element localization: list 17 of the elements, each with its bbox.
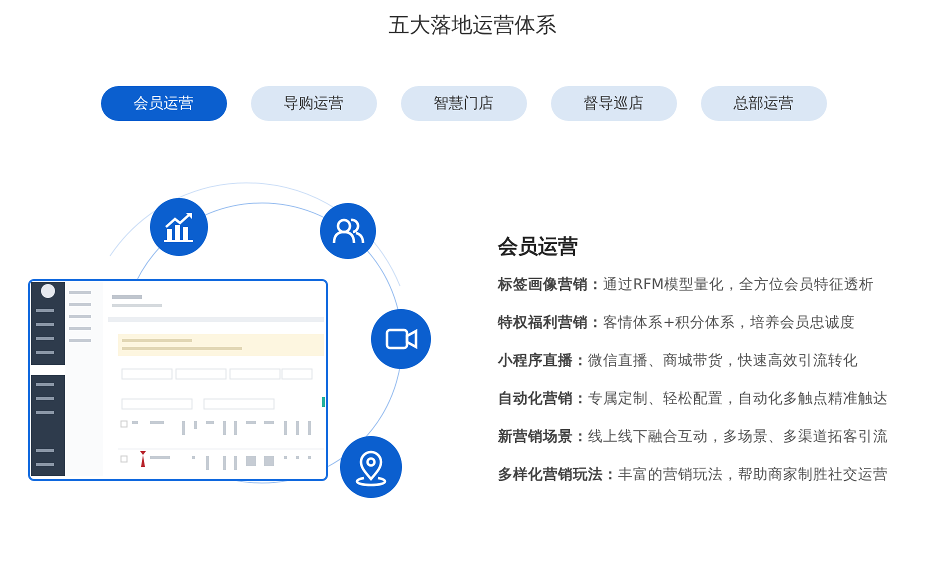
tab[interactable]: 督导巡店 (550, 86, 676, 121)
feature-description: 小程序直播：微信直播、商城带货，快速高效引流转化 (498, 352, 859, 371)
tab[interactable]: 总部运营 (700, 86, 826, 121)
video-camera-icon (371, 309, 431, 369)
feature-description: 自动化营销：专属定制、轻松配置，自动化多触点精准触达 (498, 390, 888, 409)
section-title: 五大落地运营体系 (388, 12, 556, 39)
tab[interactable]: 导购运营 (250, 86, 376, 121)
feature-description: 特权福利营销：客情体系+积分体系，培养会员忠诚度 (498, 314, 856, 333)
chart-icon (150, 198, 208, 256)
tab[interactable]: 会员运营 (100, 86, 226, 121)
tab[interactable]: 智慧门店 (400, 86, 526, 121)
users-icon (320, 203, 376, 259)
feature-description: 标签画像营销：通过RFM模型量化，全方位会员特征透析 (498, 276, 875, 295)
feature-heading: 会员运营 (498, 233, 579, 259)
feature-description: 多样化营销玩法：丰富的营销玩法，帮助商家制胜社交运营 (498, 466, 888, 485)
feature-description: 新营销场景：线上线下融合互动，多场景、多渠道拓客引流 (498, 428, 888, 447)
location-pin-icon (340, 436, 402, 498)
